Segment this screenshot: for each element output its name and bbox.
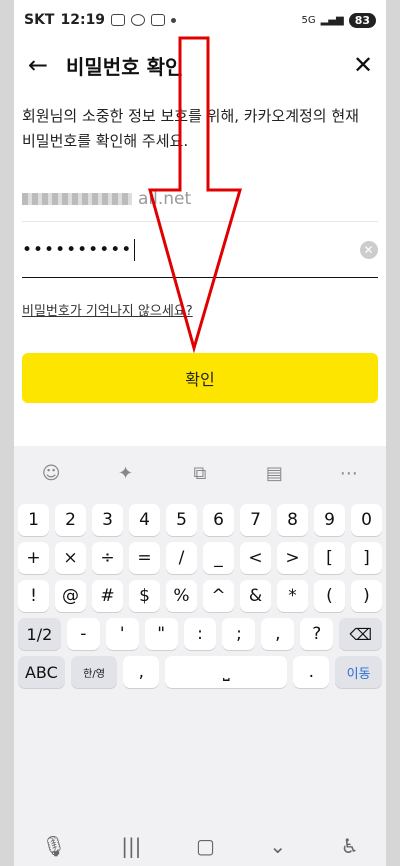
key[interactable]: 4 <box>129 504 160 536</box>
comma-key[interactable]: , <box>123 656 160 688</box>
sparkle-icon[interactable]: ✦ <box>111 458 141 488</box>
clipboard-icon[interactable]: ▤ <box>259 458 289 488</box>
key[interactable]: , <box>261 618 295 650</box>
notification-dot-icon <box>171 17 177 23</box>
symbol-page-key[interactable]: 1/2 <box>18 618 61 650</box>
close-button[interactable]: ✕ <box>346 51 380 79</box>
key[interactable]: [ <box>314 542 345 574</box>
status-bar: SKT 12:19 5G ▂▄▆ 83 <box>14 0 386 40</box>
key[interactable]: 8 <box>277 504 308 536</box>
email-suffix: ail.net <box>138 188 192 209</box>
password-value: •••••••••• <box>22 239 133 260</box>
backspace-key[interactable]: ⌫ <box>339 618 383 650</box>
key[interactable]: ? <box>300 618 334 650</box>
key[interactable]: 1 <box>18 504 49 536</box>
network-label: 5G <box>301 14 316 26</box>
key[interactable]: 2 <box>55 504 86 536</box>
key[interactable]: 7 <box>240 504 271 536</box>
space-key[interactable]: ⎵ <box>165 656 288 688</box>
backspace-icon: ⌫ <box>349 624 372 644</box>
on-screen-keyboard: ☺ ✦ ⧉ ▤ ⋯ 1 2 3 4 5 6 7 8 9 0 + × ÷ = / … <box>14 446 386 866</box>
screenshot-frame: SKT 12:19 5G ▂▄▆ 83 ← 비밀번호 확인 ✕ 회원님의 소중한… <box>0 0 400 866</box>
key[interactable]: ] <box>351 542 382 574</box>
key[interactable]: 0 <box>351 504 382 536</box>
carrier-label: SKT <box>24 12 55 28</box>
email-field[interactable]: ail.net <box>22 176 378 222</box>
key[interactable]: : <box>183 618 217 650</box>
key[interactable]: + <box>18 542 49 574</box>
key[interactable]: > <box>277 542 308 574</box>
password-input[interactable]: •••••••••• ✕ <box>22 222 378 278</box>
keyboard-row-2: + × ÷ = / _ < > [ ] <box>14 542 386 574</box>
accessibility-icon[interactable]: ♿ <box>341 834 359 858</box>
go-key[interactable]: 이동 <box>335 656 382 688</box>
keyboard-row-1: 1 2 3 4 5 6 7 8 9 0 <box>14 504 386 536</box>
description: 회원님의 소중한 정보 보호를 위해, 카카오계정의 현재 비밀번호를 확인해 … <box>14 104 386 154</box>
forgot-password-link[interactable]: 비밀번호가 기억나지 않으세요? <box>22 300 193 319</box>
key[interactable]: @ <box>55 580 86 612</box>
key[interactable]: % <box>166 580 197 612</box>
clock: 12:19 <box>60 12 106 28</box>
key[interactable]: 9 <box>314 504 345 536</box>
chat-icon <box>131 14 146 26</box>
description-line-2: 비밀번호를 확인해 주세요. <box>22 132 189 150</box>
key[interactable]: & <box>240 580 271 612</box>
key[interactable]: 6 <box>203 504 234 536</box>
keyboard-row-4: 1/2 - ' " : ; , ? ⌫ <box>14 618 386 650</box>
key[interactable]: * <box>277 580 308 612</box>
period-key[interactable]: . <box>293 656 330 688</box>
key[interactable]: < <box>240 542 271 574</box>
translate-icon[interactable]: ⧉ <box>185 458 215 488</box>
talk-icon <box>151 14 166 26</box>
key[interactable]: ; <box>222 618 256 650</box>
battery-badge: 83 <box>348 12 376 28</box>
app-bar: ← 비밀번호 확인 ✕ <box>14 40 386 90</box>
clear-input-button[interactable]: ✕ <box>360 240 378 259</box>
space-icon: ⎵ <box>222 662 230 682</box>
back-button[interactable]: ← <box>20 51 56 79</box>
arrow-left-icon: ← <box>27 51 49 79</box>
confirm-button[interactable]: 확인 <box>22 353 378 403</box>
key[interactable]: 5 <box>166 504 197 536</box>
key[interactable]: / <box>166 542 197 574</box>
key[interactable]: × <box>55 542 86 574</box>
key[interactable]: _ <box>203 542 234 574</box>
language-key[interactable]: 한/영 <box>70 656 118 688</box>
chevron-down-icon[interactable]: ⌄ <box>269 834 286 858</box>
keyboard-row-3: ! @ # $ % ^ & * ( ) <box>14 580 386 612</box>
abc-key[interactable]: ABC <box>18 656 65 688</box>
text-caret <box>134 238 136 261</box>
key[interactable]: ' <box>105 618 139 650</box>
key[interactable]: ! <box>18 580 49 612</box>
phone-screen: SKT 12:19 5G ▂▄▆ 83 ← 비밀번호 확인 ✕ 회원님의 소중한… <box>14 0 386 866</box>
redacted-email-prefix <box>22 192 132 205</box>
key[interactable]: = <box>129 542 160 574</box>
left-gutter <box>0 0 14 866</box>
close-icon: ✕ <box>352 51 374 79</box>
key[interactable]: - <box>66 618 100 650</box>
key[interactable]: ÷ <box>92 542 123 574</box>
key[interactable]: # <box>92 580 123 612</box>
signal-icon: ▂▄▆ <box>320 14 344 26</box>
key[interactable]: ^ <box>203 580 234 612</box>
keyboard-toolbar: ☺ ✦ ⧉ ▤ ⋯ <box>14 446 386 500</box>
keyboard-row-5: ABC 한/영 , ⎵ . 이동 <box>14 656 386 688</box>
mic-icon[interactable]: 🎙 <box>41 834 66 858</box>
key[interactable]: ) <box>351 580 382 612</box>
recent-apps-icon[interactable]: ||| <box>121 834 141 858</box>
right-gutter <box>386 0 400 866</box>
screenshot-icon <box>111 14 126 26</box>
key[interactable]: " <box>144 618 178 650</box>
emoji-icon[interactable]: ☺ <box>36 458 66 488</box>
key[interactable]: ( <box>314 580 345 612</box>
key[interactable]: 3 <box>92 504 123 536</box>
home-icon[interactable]: ▢ <box>196 834 215 858</box>
key[interactable]: $ <box>129 580 160 612</box>
more-icon[interactable]: ⋯ <box>334 458 364 488</box>
description-line-1: 회원님의 소중한 정보 보호를 위해, 카카오계정의 현재 <box>22 107 359 125</box>
system-nav-bar: 🎙 ||| ▢ ⌄ ♿ <box>14 826 386 866</box>
page-title: 비밀번호 확인 <box>66 54 184 79</box>
